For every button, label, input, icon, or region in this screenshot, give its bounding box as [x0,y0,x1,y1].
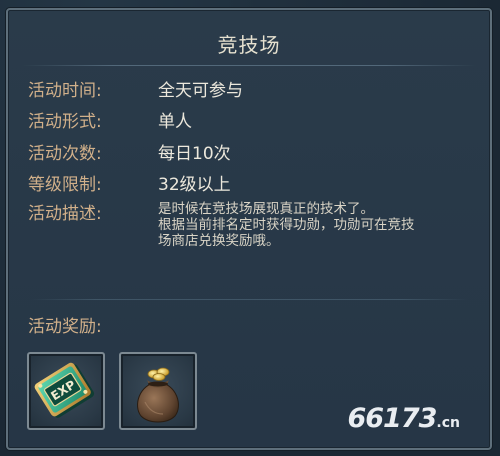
arena-info-panel: 竞技场 活动时间: 全天可参与 活动形式: 单人 活动次数: 每日10次 等级限… [6,8,492,450]
level-label: 等级限制: [28,175,102,195]
form-value: 单人 [158,112,192,132]
coin-bag-icon [137,367,179,423]
screen: 竞技场 活动时间: 全天可参与 活动形式: 单人 活动次数: 每日10次 等级限… [0,0,500,456]
description-label: 活动描述: [28,204,102,224]
section-divider [30,299,468,300]
title-divider [22,65,476,66]
count-label: 活动次数: [28,144,102,164]
exp-book-icon: EXP [34,362,95,418]
count-value: 每日10次 [158,144,231,164]
watermark-suffix: .cn [436,415,460,431]
site-watermark: 66173.cn [347,403,460,434]
level-value: 32级以上 [158,175,231,195]
time-label: 活动时间: [28,81,102,101]
reward-slot-exp-book[interactable]: EXP [27,352,105,430]
description-line: 是时候在竞技场展现真正的技术了。 [158,201,374,217]
description-line: 根据当前排名定时获得功勋，功勋可在竞技 [158,217,415,233]
panel-title: 竞技场 [217,33,281,57]
form-label: 活动形式: [28,112,102,132]
description-text: 是时候在竞技场展现真正的技术了。 根据当前排名定时获得功勋，功勋可在竞技 场商店… [158,201,468,249]
reward-slot-coin-bag[interactable] [119,352,197,430]
watermark-main: 66173 [347,403,437,434]
description-line: 场商店兑换奖励哦。 [158,233,280,249]
rewards-label: 活动奖励: [28,317,102,337]
time-value: 全天可参与 [158,81,243,101]
